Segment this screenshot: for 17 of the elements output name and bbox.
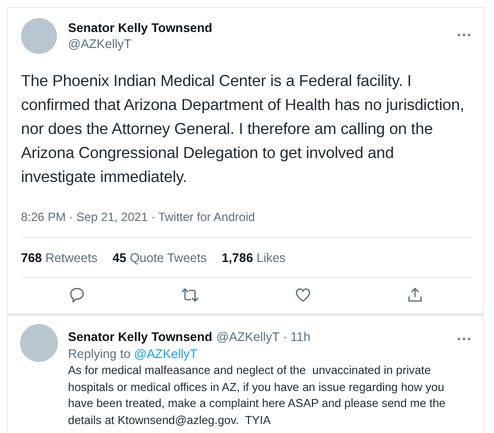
more-icon[interactable] <box>457 337 471 341</box>
stat-link[interactable]: 768 Retweets <box>21 251 98 265</box>
stat-link[interactable]: 1,786 Likes <box>222 251 286 265</box>
author-name[interactable]: Senator Kelly Townsend <box>68 21 446 35</box>
author-handle[interactable]: @AZKellyT · 11h <box>216 330 453 344</box>
replying-to-text: Replying to @AZKellyT <box>68 347 198 361</box>
tweet-timestamp: 8:26 PM · Sep 21, 2021 · Twitter for Android <box>21 210 471 238</box>
reply-text: As for medical malfeasance and neglect of the unvaccinated in private hospitals or medical offices in AZ, if you have an issue regarding how you have been treated, make a complaint here ASAP and please send me the details at Ktownsend@azleg.gov. TYIA <box>68 363 446 428</box>
author-name[interactable]: Senator Kelly Townsend <box>68 330 212 344</box>
author-handle[interactable]: @AZKellyT <box>68 37 446 51</box>
stat-link[interactable]: 45 Quote Tweets <box>112 251 207 265</box>
heart-icon[interactable] <box>295 287 311 303</box>
tweet-text: The Phoenix Indian Medical Center is a Federal facility. I confirmed that Arizona Department of Health has no jurisdiction, nor does the Attorney General. I therefore am calling on the Arizona Congressional Delegation to get involved and investigate immediately. <box>21 72 466 188</box>
reply-icon[interactable] <box>69 287 85 303</box>
more-icon[interactable] <box>457 33 471 37</box>
share-icon[interactable] <box>407 287 423 303</box>
retweet-icon[interactable] <box>181 287 199 303</box>
